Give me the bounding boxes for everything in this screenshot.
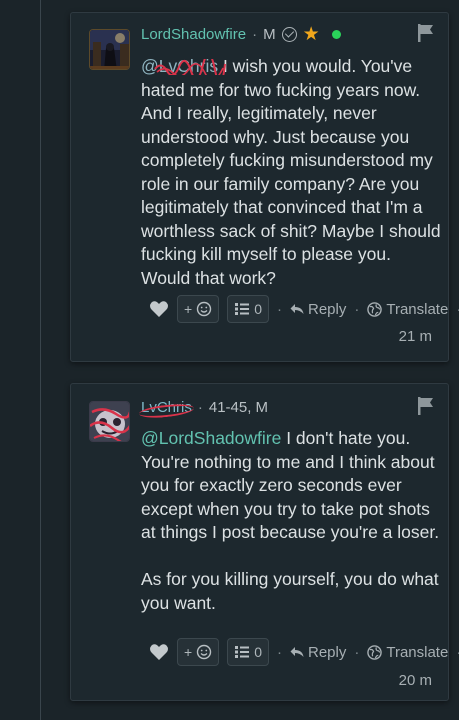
globe-icon bbox=[367, 644, 383, 660]
comment-header: LordShadowfire · M ★ bbox=[141, 23, 341, 45]
thread-line bbox=[40, 0, 41, 720]
add-reaction-button[interactable]: + bbox=[177, 295, 220, 323]
heart-icon[interactable] bbox=[149, 643, 169, 661]
list-button[interactable]: 0 bbox=[227, 295, 269, 323]
comment-card: LordShadowfire · M ★ @LvChris I wish you… bbox=[70, 12, 459, 362]
user-meta: 41-45, M bbox=[208, 398, 269, 416]
flag-icon[interactable] bbox=[416, 396, 436, 416]
username-link[interactable]: LvChris bbox=[141, 399, 192, 416]
comment-actions: + 0 · Reply · Translate · bbox=[149, 637, 459, 667]
list-button[interactable]: 0 bbox=[227, 638, 269, 666]
comment-card: LvChris · 41-45, M @LordShadowfire I don… bbox=[70, 383, 459, 701]
verified-check-icon bbox=[281, 26, 297, 42]
avatar[interactable] bbox=[89, 29, 130, 70]
list-icon bbox=[235, 303, 250, 315]
translate-button[interactable]: Translate bbox=[367, 301, 448, 318]
flag-icon[interactable] bbox=[416, 23, 436, 43]
star-icon: ★ bbox=[302, 23, 320, 45]
mention-link[interactable]: @LvChris bbox=[141, 56, 226, 76]
reply-button[interactable]: Reply bbox=[290, 644, 346, 661]
online-dot-icon bbox=[331, 29, 341, 39]
comment-body: @LordShadowfire I don't hate you. You're… bbox=[141, 427, 441, 615]
timestamp: 20 m bbox=[398, 672, 432, 689]
heart-icon[interactable] bbox=[149, 300, 169, 318]
separator: · bbox=[197, 398, 203, 416]
comment-actions: + 0 · Reply · Translate · bbox=[149, 294, 459, 324]
comment-text: As for you killing yourself, you do what… bbox=[141, 569, 439, 613]
smiley-icon bbox=[196, 301, 212, 317]
comment-body: @LvChris I wish you would. You've hated … bbox=[141, 55, 441, 290]
avatar[interactable] bbox=[89, 401, 130, 442]
list-icon bbox=[235, 646, 250, 658]
translate-button[interactable]: Translate bbox=[367, 644, 448, 661]
mention-link[interactable]: @LordShadowfire bbox=[141, 428, 281, 448]
smiley-icon bbox=[196, 644, 212, 660]
globe-icon bbox=[367, 301, 383, 317]
comment-header: LvChris · 41-45, M bbox=[141, 396, 268, 418]
add-reaction-button[interactable]: + bbox=[177, 638, 220, 666]
separator: · bbox=[252, 25, 258, 43]
reply-button[interactable]: Reply bbox=[290, 301, 346, 318]
comment-text: I wish you would. You've hated me for tw… bbox=[141, 56, 441, 288]
username-link[interactable]: LordShadowfire bbox=[141, 26, 246, 43]
reply-arrow-icon bbox=[290, 304, 304, 314]
user-meta: M bbox=[263, 25, 276, 43]
reply-arrow-icon bbox=[290, 647, 304, 657]
timestamp: 21 m bbox=[398, 328, 432, 345]
